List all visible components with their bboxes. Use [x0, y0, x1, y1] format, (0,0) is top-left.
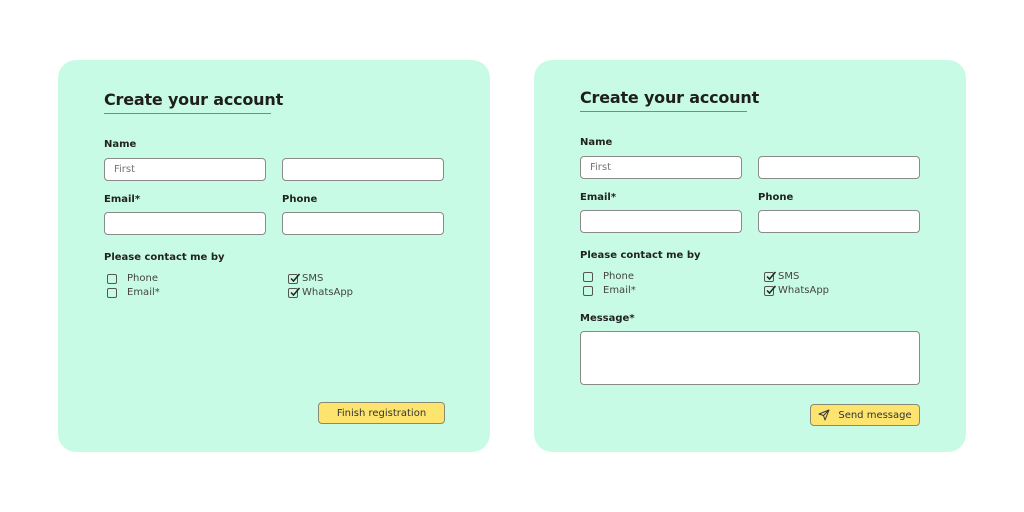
contact-option-whatsapp[interactable]: WhatsApp	[764, 284, 829, 297]
message-form-card: Create your account Name Email* Phone Pl…	[534, 60, 966, 452]
form-title: Create your account	[580, 88, 760, 107]
email-label: Email*	[580, 192, 617, 203]
checkbox[interactable]	[107, 273, 117, 284]
checkbox-checked[interactable]	[764, 285, 777, 296]
contact-option-whatsapp[interactable]: WhatsApp	[288, 286, 353, 299]
option-label: Phone	[127, 273, 158, 284]
checkbox-checked[interactable]	[288, 287, 301, 298]
finish-registration-button[interactable]: Finish registration	[318, 402, 445, 424]
contact-option-phone[interactable]: Phone	[583, 270, 634, 283]
name-label: Name	[580, 137, 613, 148]
phone-input[interactable]	[758, 210, 920, 233]
option-label: WhatsApp	[778, 285, 830, 296]
checkmark-icon	[766, 285, 777, 294]
title-underline	[580, 111, 747, 112]
phone-label: Phone	[282, 194, 318, 205]
form-title: Create your account	[104, 90, 284, 109]
email-label: Email*	[104, 194, 141, 205]
contact-option-sms[interactable]: SMS	[288, 272, 323, 285]
name-label: Name	[104, 139, 137, 150]
registration-form-card: Create your account Name Email* Phone Pl…	[58, 60, 490, 452]
send-message-button[interactable]: Send message	[810, 404, 920, 426]
contact-label: Please contact me by	[580, 250, 701, 261]
option-label: WhatsApp	[302, 287, 354, 298]
checkmark-icon	[290, 273, 301, 282]
checkbox-checked[interactable]	[764, 271, 777, 282]
email-input[interactable]	[580, 210, 742, 233]
send-icon	[818, 409, 830, 421]
checkbox-checked[interactable]	[288, 273, 301, 284]
title-underline	[104, 113, 271, 114]
phone-label: Phone	[758, 192, 794, 203]
last-name-input[interactable]	[758, 156, 920, 179]
checkbox[interactable]	[583, 271, 593, 282]
button-label: Finish registration	[336, 407, 427, 419]
option-label: Email*	[127, 287, 160, 298]
contact-option-email[interactable]: Email*	[583, 284, 636, 297]
contact-option-sms[interactable]: SMS	[764, 270, 799, 283]
phone-input[interactable]	[282, 212, 444, 235]
last-name-input[interactable]	[282, 158, 444, 181]
contact-option-phone[interactable]: Phone	[107, 272, 158, 285]
checkbox[interactable]	[107, 287, 117, 298]
checkbox[interactable]	[583, 285, 593, 296]
contact-option-email[interactable]: Email*	[107, 286, 160, 299]
contact-label: Please contact me by	[104, 252, 225, 263]
checkmark-icon	[766, 271, 777, 280]
option-label: SMS	[302, 273, 324, 284]
first-name-input[interactable]	[104, 158, 266, 181]
button-label: Send message	[838, 409, 912, 421]
option-label: Email*	[603, 285, 636, 296]
first-name-input[interactable]	[580, 156, 742, 179]
option-label: Phone	[603, 271, 634, 282]
checkmark-icon	[290, 287, 301, 296]
option-label: SMS	[778, 271, 800, 282]
message-textarea[interactable]	[580, 331, 920, 385]
email-input[interactable]	[104, 212, 266, 235]
message-label: Message*	[580, 313, 635, 324]
